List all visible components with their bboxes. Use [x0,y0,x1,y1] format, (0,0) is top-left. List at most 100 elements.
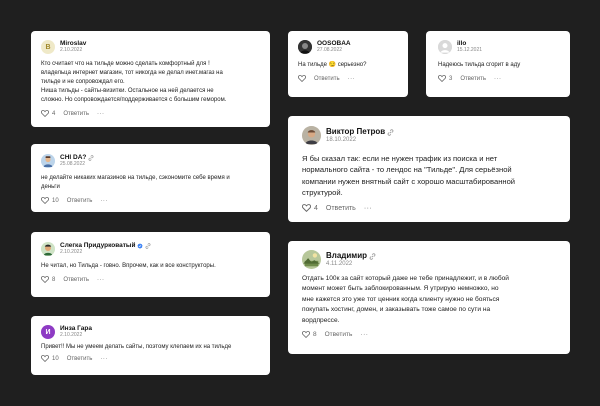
link-icon [146,243,151,249]
more-button[interactable]: ··· [364,205,373,212]
avatar-image [302,250,321,269]
like-count: 10 [52,355,59,362]
comment-line: компании нужен внятный сайт с хорошо мас… [302,176,516,186]
comment-date: 2.10.2022 [60,249,83,256]
more-button[interactable]: ··· [97,111,105,117]
comment-actions: 10 Ответить ··· [41,355,260,362]
more-button[interactable]: ··· [100,356,108,362]
comment-card-viktor-petrov: Виктор Петров 18.10.2022 Я бы сказал так… [288,116,570,222]
like-button[interactable]: 4 [302,204,318,213]
avatar-image [302,126,321,145]
like-button[interactable] [298,75,306,82]
avatar-image [438,40,452,54]
comment-card-oosobaa: OOSOBAA 27.08.2022 На тильде 😏 серьезно?… [288,31,408,97]
verified-badge-icon [137,243,144,249]
comment-line: деньги [41,184,60,190]
more-button[interactable]: ··· [100,198,108,204]
comment-line: тильде и не сопровождал его. [41,79,125,85]
heart-icon [298,75,306,82]
comment-line: владельца интернет магазин, тот никогда … [41,70,223,76]
heart-icon [41,197,49,204]
comment-date: 25.08.2022 [60,161,86,168]
like-count: 4 [314,204,318,212]
avatar[interactable] [302,126,321,145]
avatar-letter: B [45,43,51,51]
like-count: 4 [52,110,56,117]
like-count: 3 [449,75,453,82]
like-button[interactable]: 10 [41,355,59,362]
more-button[interactable]: ··· [348,76,356,82]
avatar-image [41,242,55,256]
reply-button[interactable]: Ответить [67,198,93,204]
comment-date: 2.10.2022 [60,47,83,54]
comment-header: OOSOBAA 27.08.2022 [298,40,398,54]
comment-line: мне кажется это уже тот ценник когда кли… [302,295,500,303]
comment-line: нормального сайта - то лендос на "Тильде… [302,165,512,175]
avatar-image [298,40,312,54]
avatar[interactable] [41,242,55,256]
comment-text: Я бы сказал так: если не нужен трафик из… [302,153,556,198]
comment-actions: Ответить ··· [298,75,398,82]
comment-actions: 8 Ответить ··· [302,331,556,339]
more-button[interactable]: ··· [494,76,502,82]
avatar[interactable] [302,250,321,269]
more-button[interactable]: ··· [360,331,368,338]
avatar[interactable] [438,40,452,54]
comment-text: На тильде 😏 серьезно? [298,61,398,70]
comment-actions: 8 Ответить ··· [41,276,260,283]
comment-line: покупать хостинг, домен, и заказывать то… [302,306,491,314]
like-count: 8 [313,331,317,339]
author-name[interactable]: Виктор Петров [326,128,385,136]
like-count: 10 [52,197,59,204]
reply-button[interactable]: Ответить [460,76,486,82]
comment-line: момент может быть заблокированным. Я утр… [302,285,499,293]
comment-line: Кто считает что на тильде можно сделать … [41,61,210,67]
comment-actions: 4 Ответить ··· [41,110,260,117]
like-button[interactable]: 8 [302,331,317,339]
reply-button[interactable]: Ответить [63,277,89,283]
comment-header: И Инза Гара 2.10.2022 [41,325,260,339]
comment-actions: 3 Ответить ··· [438,75,558,82]
avatar[interactable]: И [41,325,55,339]
avatar[interactable] [41,154,55,168]
comment-line: сложно. Но сопровождается/поддерживается… [41,97,227,103]
more-button[interactable]: ··· [97,277,105,283]
avatar-letter: И [45,328,51,336]
comment-header: illo 15.12.2021 [438,40,558,54]
comment-line: На тильде 😏 серьезно? [298,62,367,68]
avatar[interactable]: B [41,40,55,54]
reply-button[interactable]: Ответить [63,111,89,117]
reply-button[interactable]: Ответить [67,356,93,362]
like-count: 8 [52,276,56,283]
reply-button[interactable]: Ответить [314,76,340,82]
reply-button[interactable]: Ответить [325,331,353,338]
comment-date: 4.11.2022 [326,261,353,267]
heart-icon [41,110,49,117]
author-name[interactable]: Владимир [326,252,367,260]
like-button[interactable]: 10 [41,197,59,204]
comment-line: Отдать 100к за сайт который даже не тебе… [302,275,509,282]
comment-text: Привет!! Мы не умеем делать сайты, поэто… [41,343,260,352]
comment-date: 27.08.2022 [317,47,343,54]
heart-icon [41,276,49,283]
comment-card-miroslav: B Miroslav 2.10.2022 Кто считает что на … [31,31,270,127]
comment-header: Слегка Придурковатый 2.10.2022 [41,242,260,256]
link-icon [88,155,94,161]
link-icon [369,252,376,260]
comment-date: 15.12.2021 [457,47,483,54]
reply-button[interactable]: Ответить [326,205,356,212]
comment-text: Кто считает что на тильде можно сделать … [41,60,260,105]
comment-card-vladimir: Владимир 4.11.2022 Отдать 100к за сайт к… [288,241,570,354]
comment-line: не делайте никаких магазинов на тильде, … [41,175,230,181]
like-button[interactable]: 3 [438,75,452,82]
comment-line: Привет!! Мы не умеем делать сайты, поэто… [41,344,232,350]
comment-line: Я бы сказал так: если не нужен трафик из… [302,154,498,163]
comment-date: 2.10.2022 [60,332,83,339]
comment-actions: 10 Ответить ··· [41,197,260,204]
comment-text: Не читал, но Тильда - говно. Впрочем, ка… [41,262,260,271]
like-button[interactable]: 4 [41,110,55,117]
avatar[interactable] [298,40,312,54]
like-button[interactable]: 8 [41,276,55,283]
heart-icon [302,331,310,339]
comment-line: Ниша тильды - сайты-визитки. Остальное н… [41,88,214,94]
